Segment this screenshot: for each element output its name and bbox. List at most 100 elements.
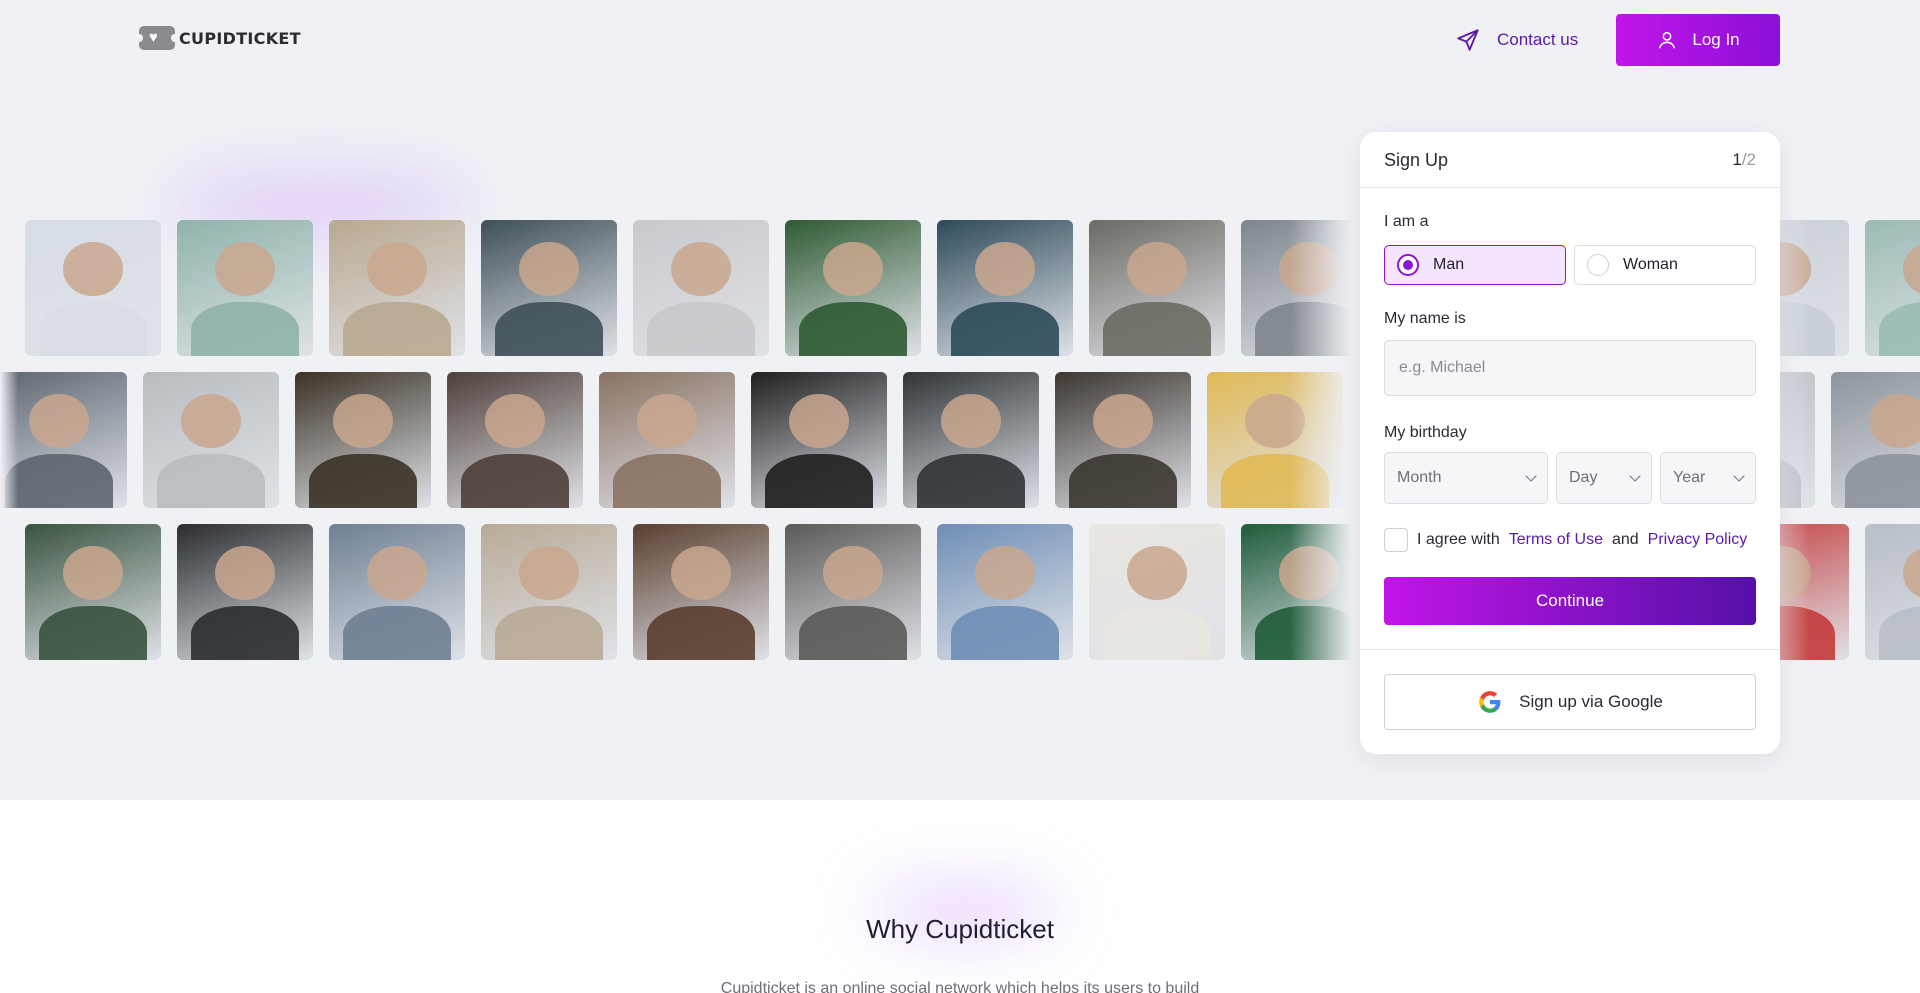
portrait-body [342, 301, 452, 356]
portrait-head [485, 393, 545, 449]
signup-card-header: Sign Up 1/2 [1360, 132, 1780, 188]
profile-photo [447, 372, 583, 508]
profile-photo [481, 524, 617, 660]
privacy-policy-link[interactable]: Privacy Policy [1648, 531, 1748, 549]
portrait-head [63, 241, 123, 297]
birth-month-select[interactable]: Month [1384, 452, 1548, 504]
continue-button[interactable]: Continue [1384, 577, 1756, 625]
portrait-body [460, 453, 570, 508]
portrait-body [916, 453, 1026, 508]
name-label: My name is [1384, 310, 1466, 327]
portrait-head [671, 241, 731, 297]
portrait-body [156, 453, 266, 508]
profile-photo [903, 372, 1039, 508]
profile-photo [329, 524, 465, 660]
portrait-head [333, 393, 393, 449]
gender-woman-label: Woman [1623, 256, 1678, 273]
birthday-label: My birthday [1384, 424, 1467, 441]
gender-man-option[interactable]: Man [1384, 245, 1566, 285]
month-value: Month [1397, 469, 1442, 486]
profile-photo [937, 524, 1073, 660]
portrait-body [1878, 605, 1920, 660]
terms-of-use-link[interactable]: Terms of Use [1509, 531, 1603, 549]
portrait-body [798, 301, 908, 356]
portrait-head [29, 393, 89, 449]
portrait-head [1127, 545, 1187, 601]
profile-photo [177, 220, 313, 356]
radio-selected-icon [1397, 254, 1419, 276]
portrait-body [646, 605, 756, 660]
portrait-head [1093, 393, 1153, 449]
chevron-down-icon [1629, 470, 1641, 482]
profile-photo [785, 220, 921, 356]
portrait-body [612, 453, 722, 508]
portrait-head [367, 241, 427, 297]
portrait-body [190, 605, 300, 660]
grid-fade [0, 160, 18, 680]
profile-photo [329, 220, 465, 356]
birth-day-select[interactable]: Day [1556, 452, 1652, 504]
birth-year-select[interactable]: Year [1660, 452, 1756, 504]
portrait-head [671, 545, 731, 601]
contact-us-label: Contact us [1497, 30, 1579, 49]
portrait-body [798, 605, 908, 660]
portrait-head [823, 241, 883, 297]
google-signup-button[interactable]: Sign up via Google [1384, 674, 1756, 730]
why-description: Cupidticket is an online social network … [720, 980, 1200, 993]
profile-photo [25, 220, 161, 356]
signup-title: Sign Up [1384, 150, 1449, 170]
profile-photo [481, 220, 617, 356]
login-button[interactable]: Log In [1616, 14, 1780, 66]
portrait-body [1102, 605, 1212, 660]
portrait-head [975, 545, 1035, 601]
profile-photo [1865, 220, 1920, 356]
profile-photo [633, 524, 769, 660]
send-icon [1457, 29, 1479, 51]
google-icon [1479, 691, 1501, 713]
profile-photo [0, 372, 127, 508]
portrait-head [215, 545, 275, 601]
contact-us-link[interactable]: Contact us [1455, 26, 1578, 54]
terms-checkbox[interactable] [1384, 528, 1408, 552]
portrait-head [215, 241, 275, 297]
portrait-body [1102, 301, 1212, 356]
portrait-head [181, 393, 241, 449]
portrait-head [1869, 393, 1920, 449]
google-signup-label: Sign up via Google [1519, 692, 1663, 711]
portrait-body [494, 301, 604, 356]
step-indicator: 1/2 [1732, 150, 1756, 170]
profile-photo [177, 524, 313, 660]
portrait-body [950, 301, 1060, 356]
portrait-body [38, 605, 148, 660]
logo-text: CUPIDTICKET [179, 28, 301, 48]
portrait-body [342, 605, 452, 660]
agree-prefix: I agree with [1417, 531, 1500, 548]
profile-photo [751, 372, 887, 508]
portrait-body [38, 301, 148, 356]
logo[interactable]: ♥ CUPIDTICKET [136, 25, 301, 51]
portrait-head [367, 545, 427, 601]
profile-photo [599, 372, 735, 508]
portrait-body [764, 453, 874, 508]
gender-woman-option[interactable]: Woman [1574, 245, 1756, 285]
terms-agreement: I agree with Terms of Use and Privacy Po… [1384, 528, 1747, 552]
profile-photo [937, 220, 1073, 356]
portrait-body [1068, 453, 1178, 508]
portrait-head [519, 545, 579, 601]
day-value: Day [1569, 469, 1598, 486]
divider [1360, 649, 1780, 650]
portrait-head [975, 241, 1035, 297]
profile-photo [25, 524, 161, 660]
portrait-head [63, 545, 123, 601]
step-current: 1 [1732, 150, 1742, 169]
portrait-body [190, 301, 300, 356]
step-total: /2 [1741, 150, 1756, 169]
why-title: Why Cupidticket [866, 914, 1054, 944]
name-input[interactable] [1384, 340, 1756, 396]
portrait-body [4, 453, 114, 508]
portrait-head [823, 545, 883, 601]
profile-photo [1831, 372, 1920, 508]
portrait-head [519, 241, 579, 297]
portrait-body [1844, 453, 1920, 508]
portrait-body [646, 301, 756, 356]
